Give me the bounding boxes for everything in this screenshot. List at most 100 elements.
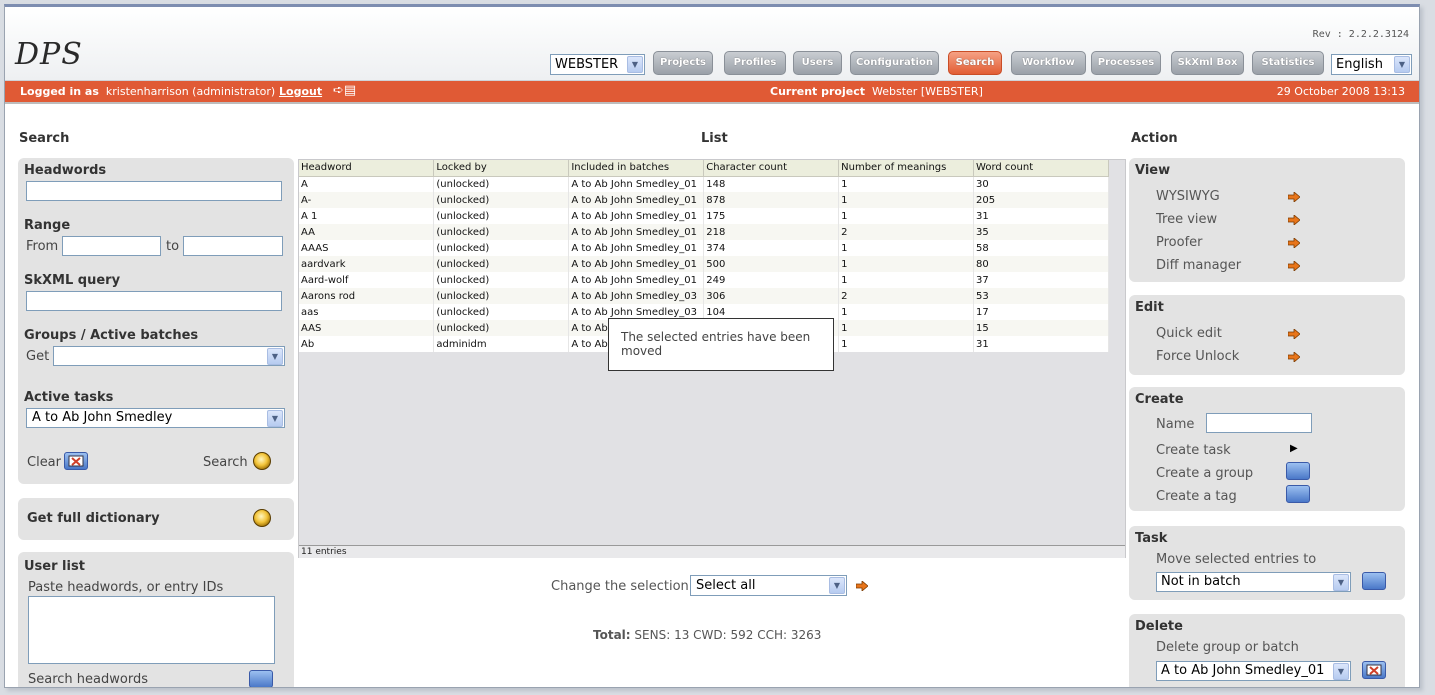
- nav-skxml-box[interactable]: SkXml Box: [1171, 51, 1244, 75]
- cell-locked-by: (unlocked): [433, 288, 570, 304]
- current-project-value: Webster [WEBSTER]: [872, 85, 983, 98]
- move-entries-icon[interactable]: [1362, 572, 1386, 590]
- action-quick-edit[interactable]: Quick edit: [1156, 326, 1222, 341]
- quick-edit-arrow-icon[interactable]: [1288, 329, 1300, 339]
- project-select[interactable]: WEBSTER ▼: [550, 54, 645, 75]
- submit-list-icon[interactable]: [249, 670, 273, 687]
- groups-select[interactable]: ▼: [53, 346, 285, 366]
- action-proofer[interactable]: Proofer: [1156, 235, 1203, 250]
- range-from-input[interactable]: [62, 236, 161, 256]
- table-row[interactable]: A (unlocked) A to Ab John Smedley_01 148 1 30: [299, 176, 1109, 192]
- edit-panel: Edit Quick edit Force Unlock: [1129, 295, 1405, 375]
- total-label: Total:: [593, 628, 631, 642]
- change-selection-select[interactable]: Select all ▼: [690, 575, 847, 596]
- action-create-tag[interactable]: Create a tag: [1156, 489, 1237, 504]
- nav-search[interactable]: Search: [948, 51, 1002, 75]
- search-icon[interactable]: [253, 509, 271, 527]
- header-number-of-meanings[interactable]: Number of meanings: [838, 160, 975, 177]
- cell-headword: A-: [299, 192, 435, 208]
- nav-projects[interactable]: Projects: [653, 51, 713, 75]
- cell-headword: AAAS: [299, 240, 435, 256]
- create-tag-icon[interactable]: [1286, 485, 1310, 503]
- search-headwords-label: Search headwords: [28, 672, 148, 687]
- user-list-textarea[interactable]: [28, 596, 275, 664]
- action-create-task[interactable]: Create task: [1156, 443, 1231, 458]
- action-force-unlock[interactable]: Force Unlock: [1156, 349, 1239, 364]
- cell-batches: A to Ab John Smedley_01: [568, 240, 705, 256]
- chevron-down-icon[interactable]: ▼: [1333, 663, 1349, 680]
- tree-view-arrow-icon[interactable]: [1288, 215, 1300, 225]
- diff-manager-arrow-icon[interactable]: [1288, 261, 1300, 271]
- chevron-down-icon[interactable]: ▼: [1394, 56, 1410, 73]
- total-value: SENS: 13 CWD: 592 CCH: 3263: [634, 628, 822, 642]
- cell-headword: aas: [299, 304, 435, 320]
- cell-meanings: 1: [838, 256, 975, 272]
- active-tasks-select[interactable]: A to Ab John Smedley ▼: [26, 408, 285, 428]
- table-row[interactable]: Aard-wolf (unlocked) A to Ab John Smedley_…: [299, 272, 1109, 288]
- chevron-down-icon[interactable]: ▼: [1333, 574, 1349, 591]
- action-wysiwyg[interactable]: WYSIWYG: [1156, 189, 1220, 204]
- header-locked-by[interactable]: Locked by: [433, 160, 570, 177]
- chevron-down-icon[interactable]: ▼: [267, 348, 283, 365]
- wysiwyg-arrow-icon[interactable]: [1288, 192, 1300, 202]
- create-group-icon[interactable]: [1286, 462, 1310, 480]
- switch-window-icon[interactable]: ➪▤: [333, 80, 356, 102]
- task-title: Task: [1135, 531, 1168, 546]
- create-name-input[interactable]: [1206, 413, 1312, 433]
- action-tree-view[interactable]: Tree view: [1156, 212, 1217, 227]
- groups-label: Groups / Active batches: [24, 328, 199, 343]
- nav-statistics[interactable]: Statistics: [1252, 51, 1324, 75]
- chevron-down-icon[interactable]: ▼: [267, 410, 283, 427]
- apply-arrow-icon[interactable]: [856, 581, 868, 591]
- play-icon[interactable]: ▶: [1290, 443, 1298, 454]
- delete-panel: Delete Delete group or batch A to Ab Joh…: [1129, 614, 1405, 687]
- language-select-value: English: [1336, 57, 1383, 72]
- table-row[interactable]: A 1 (unlocked) A to Ab John Smedley_01 175 1…: [299, 208, 1109, 224]
- chevron-down-icon[interactable]: ▼: [627, 56, 643, 73]
- header-word-count[interactable]: Word count: [973, 160, 1109, 177]
- nav-workflow[interactable]: Workflow: [1011, 51, 1086, 75]
- cell-character-count: 306: [703, 288, 840, 304]
- header-headword[interactable]: Headword: [299, 160, 435, 177]
- project-select-value: WEBSTER: [555, 57, 619, 72]
- headwords-input[interactable]: [26, 181, 282, 201]
- skxml-input[interactable]: [26, 291, 282, 311]
- cell-locked-by: (unlocked): [433, 256, 570, 272]
- cell-headword: A 1: [299, 208, 435, 224]
- logo: DPS: [15, 37, 83, 72]
- table-row[interactable]: aardvark (unlocked) A to Ab John Smedley_0…: [299, 256, 1109, 272]
- cell-headword: aardvark: [299, 256, 435, 272]
- cell-word-count: 15: [973, 320, 1109, 336]
- delete-target-value: A to Ab John Smedley_01: [1161, 663, 1325, 678]
- action-diff-manager[interactable]: Diff manager: [1156, 258, 1241, 273]
- view-title: View: [1135, 163, 1171, 178]
- table-row[interactable]: AA (unlocked) A to Ab John Smedley_01 218 2 3…: [299, 224, 1109, 240]
- nav-profiles[interactable]: Profiles: [724, 51, 786, 75]
- user-name: kristenharrison (administrator): [105, 85, 276, 98]
- search-icon[interactable]: [253, 452, 271, 470]
- action-create-group[interactable]: Create a group: [1156, 466, 1253, 481]
- force-unlock-arrow-icon[interactable]: [1288, 352, 1300, 362]
- nav-processes[interactable]: Processes: [1091, 51, 1161, 75]
- table-row[interactable]: Aarons rod (unlocked) A to Ab John Smedley…: [299, 288, 1109, 304]
- cell-meanings: 1: [838, 176, 975, 192]
- delete-target-select[interactable]: A to Ab John Smedley_01 ▼: [1156, 661, 1351, 681]
- delete-icon[interactable]: [1362, 661, 1386, 679]
- logout-link[interactable]: Logout: [279, 81, 322, 103]
- chevron-down-icon[interactable]: ▼: [829, 577, 845, 594]
- header-character-count[interactable]: Character count: [703, 160, 840, 177]
- cell-word-count: 80: [973, 256, 1109, 272]
- table-row[interactable]: AAAS (unlocked) A to Ab John Smedley_01 374…: [299, 240, 1109, 256]
- language-select[interactable]: English ▼: [1331, 54, 1412, 75]
- cell-character-count: 374: [703, 240, 840, 256]
- cell-word-count: 31: [973, 336, 1109, 352]
- clear-icon[interactable]: [64, 452, 88, 470]
- table-row[interactable]: A- (unlocked) A to Ab John Smedley_01 878 1 2…: [299, 192, 1109, 208]
- header-included-in-batches[interactable]: Included in batches: [568, 160, 705, 177]
- move-target-select[interactable]: Not in batch ▼: [1156, 572, 1351, 592]
- proofer-arrow-icon[interactable]: [1288, 238, 1300, 248]
- nav-configuration[interactable]: Configuration: [850, 51, 939, 75]
- nav-users[interactable]: Users: [793, 51, 842, 75]
- cell-batches: A to Ab John Smedley_01: [568, 176, 705, 192]
- range-to-input[interactable]: [183, 236, 283, 256]
